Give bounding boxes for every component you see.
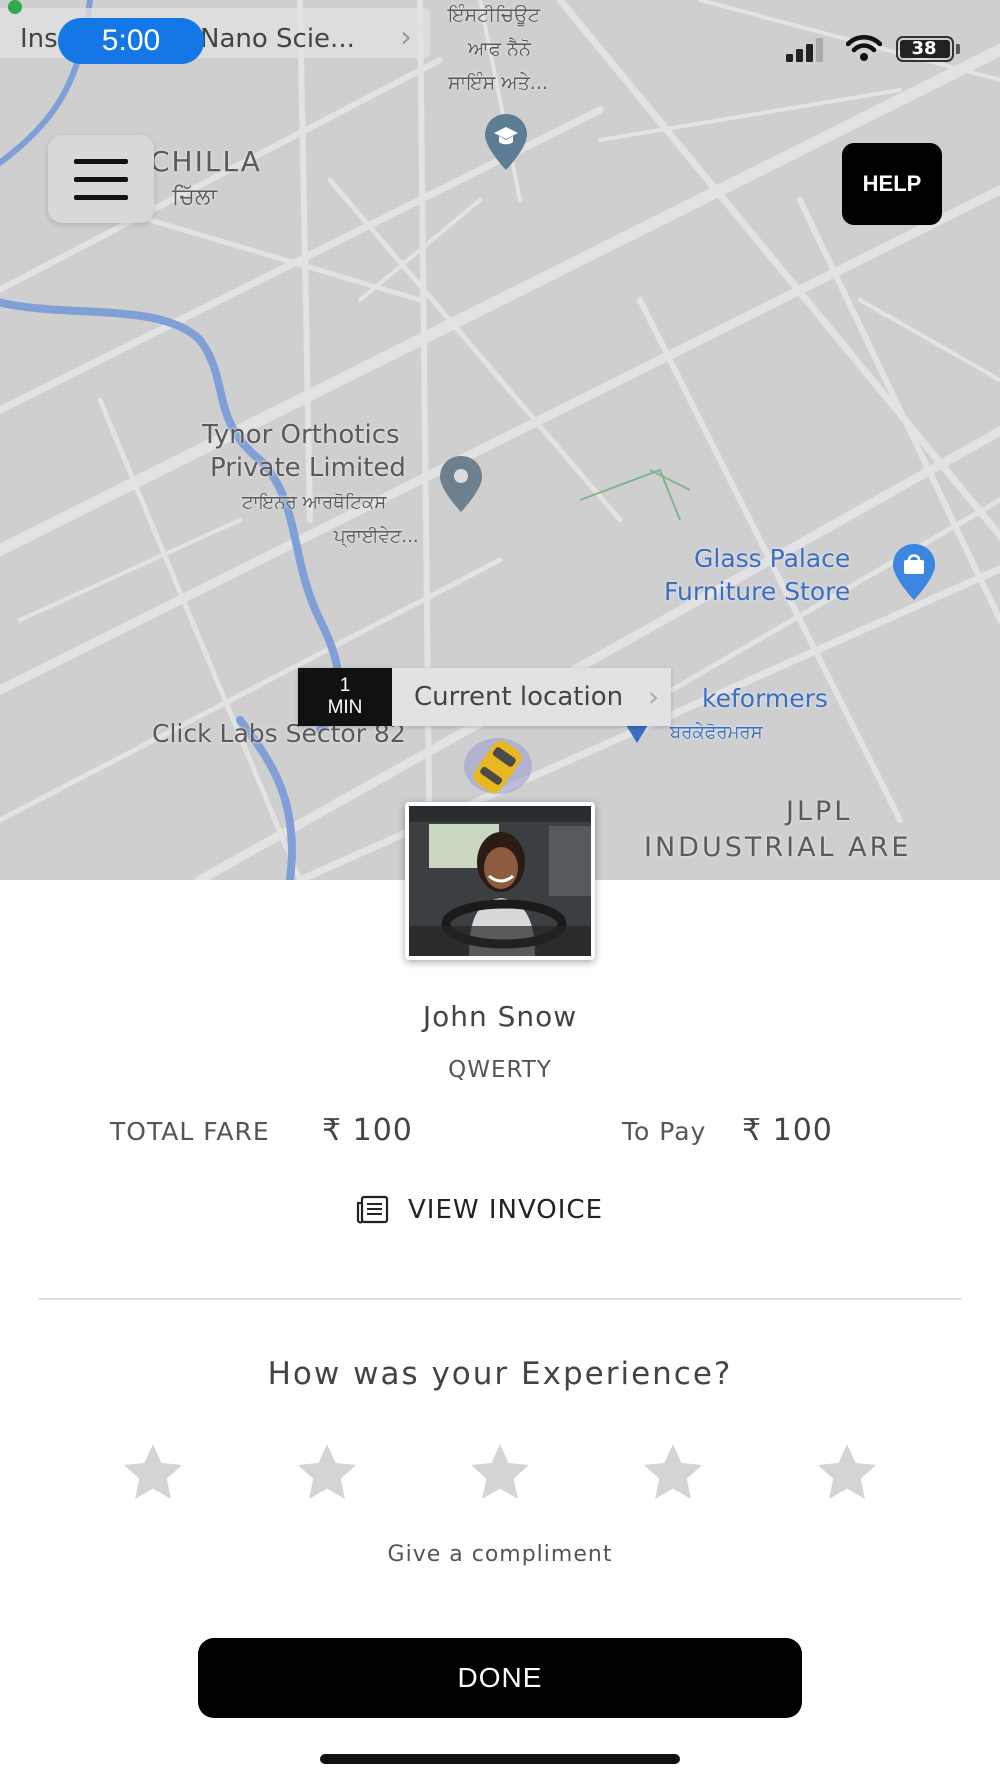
invoice-icon: [356, 1195, 389, 1224]
map-label-chilla: CHILLA: [150, 145, 262, 178]
shopping-pin-icon[interactable]: [890, 542, 938, 604]
location-pin-icon[interactable]: [624, 723, 650, 745]
driver-photo: [405, 802, 595, 960]
menu-icon: [74, 158, 128, 164]
eta-location-label: Current location: [414, 682, 624, 712]
status-bar: Ins Nano Scie... › 5:00 38: [0, 0, 1000, 80]
eta-number: 1: [339, 675, 351, 696]
eta-location: Current location ›: [392, 668, 672, 726]
help-button[interactable]: HELP: [842, 143, 942, 225]
map-label-chilla-punjabi: ਚਿੱਲਾ: [172, 184, 218, 210]
back-app-label-left: Ins: [20, 24, 58, 54]
to-pay-value: ₹ 100: [742, 1113, 833, 1148]
give-compliment-link[interactable]: Give a compliment: [0, 1542, 1000, 1567]
eta-chip[interactable]: 1 MIN Current location ›: [298, 668, 672, 726]
map-label-jlpl-2: INDUSTRIAL ARE: [644, 832, 912, 863]
location-pin-icon[interactable]: [438, 454, 484, 514]
chevron-right-icon: ›: [400, 20, 412, 55]
battery-level: 38: [911, 38, 937, 59]
signal-icon: [786, 38, 823, 62]
star-icon[interactable]: [640, 1440, 706, 1506]
eta-box: 1 MIN: [298, 668, 392, 726]
to-pay-label: To Pay: [622, 1117, 707, 1146]
map-label-keformers-punjabi: ਬਰਕੇਫੋਰਮਰਸ: [670, 722, 763, 743]
map-label-glass-palace-2: Furniture Store: [664, 577, 851, 606]
view-invoice-button[interactable]: VIEW INVOICE: [356, 1188, 603, 1232]
home-indicator: [320, 1754, 680, 1764]
total-fare-label: TOTAL FARE: [110, 1117, 270, 1146]
star-icon[interactable]: [467, 1440, 533, 1506]
graduation-pin-icon[interactable]: [482, 112, 530, 174]
star-rating: [0, 1440, 1000, 1510]
divider: [38, 1298, 962, 1300]
map-view[interactable]: ਇੰਸਟੀਚਿਊਟ ਆਫ ਨੈਨੋ ਸਾਇੰਸ ਅਤੇ... CHILLA ਚਿ…: [0, 0, 1000, 880]
map-label-glass-palace-1: Glass Palace: [694, 544, 851, 573]
wifi-icon: [846, 35, 882, 61]
menu-button[interactable]: [48, 135, 154, 223]
trip-summary-sheet: John Snow QWERTY TOTAL FARE ₹ 100 To Pay…: [0, 880, 1000, 1778]
map-label-tynor-1: Tynor Orthotics: [202, 420, 400, 450]
map-label-tynor-punjabi-1: ਟਾਇਨਰ ਆਰਥੋਟਿਕਸ: [242, 492, 387, 513]
star-icon[interactable]: [814, 1440, 880, 1506]
battery-cap: [956, 44, 960, 54]
battery-icon: 38: [896, 36, 954, 62]
map-label-keformers: keformers: [702, 684, 828, 713]
status-time[interactable]: 5:00: [58, 18, 204, 64]
vehicle-plate: QWERTY: [448, 1057, 552, 1083]
map-label-tynor-punjabi-2: ਪ੍ਰਾਈਵੇਟ...: [334, 526, 419, 547]
view-invoice-label: VIEW INVOICE: [408, 1195, 604, 1225]
menu-icon: [74, 194, 128, 200]
map-label-jlpl-1: JLPL: [786, 796, 853, 827]
map-label-tynor-2: Private Limited: [210, 453, 406, 483]
car-icon: [464, 738, 532, 794]
experience-question: How was your Experience?: [267, 1356, 733, 1392]
total-fare-value: ₹ 100: [322, 1113, 413, 1148]
back-app-label-right: Nano Scie...: [200, 24, 355, 54]
star-icon[interactable]: [294, 1440, 360, 1506]
driver-name: John Snow: [422, 1000, 578, 1033]
eta-unit: MIN: [327, 697, 363, 718]
chevron-right-icon: ›: [647, 680, 660, 713]
star-icon[interactable]: [120, 1440, 186, 1506]
done-button[interactable]: DONE: [198, 1638, 802, 1718]
location-indicator-dot: [8, 0, 22, 14]
menu-icon: [74, 176, 128, 182]
driver-avatar-image: [409, 806, 591, 956]
